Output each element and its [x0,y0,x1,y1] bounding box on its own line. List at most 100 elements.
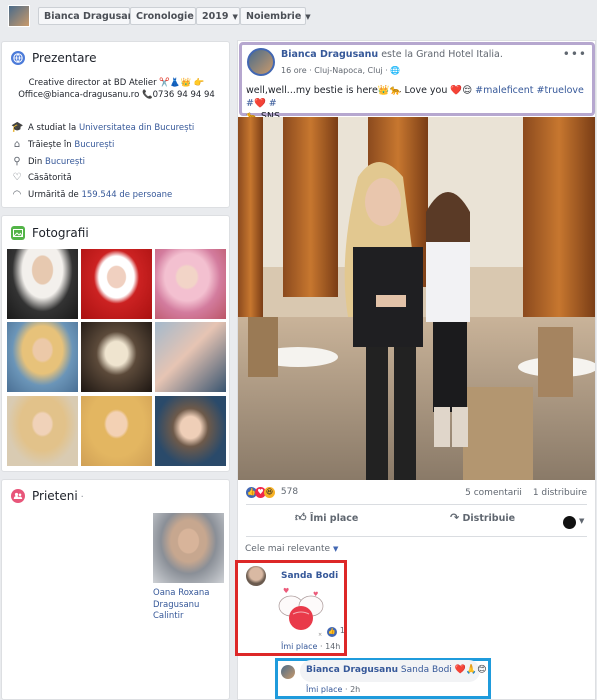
photo-thumbnail[interactable] [81,322,152,392]
relationship-row: ♡ Căsătorită [11,172,72,184]
chevron-down-icon: ▼ [232,13,238,21]
month-label: Noiembrie [246,11,302,22]
post-place[interactable]: Cluj-Napoca, Cluj [314,66,382,75]
graduation-cap-icon: 🎓 [11,122,24,133]
comment-timestamp[interactable]: 14h [325,642,340,651]
post-timestamp[interactable]: 16 ore [281,66,307,75]
friends-title[interactable]: Prieteni [32,489,78,503]
from-link[interactable]: București [45,157,85,167]
education-link[interactable]: Universitatea din București [79,123,194,133]
reaction-count: 578 [280,487,299,497]
intro-card: Prezentare Creative director at BD Ateli… [1,41,230,208]
photo-thumbnail[interactable] [81,249,152,319]
chevron-down-icon: ▼ [332,545,339,553]
reply-actions: Îmi place · 2h [306,685,361,694]
reactions-summary[interactable]: 👍 ♥ 😆 578 [246,487,298,498]
shares-count-link[interactable]: 1 distribuire [533,488,587,498]
year-label: 2019 [202,11,229,22]
reply-timestamp[interactable]: 2h [350,685,360,694]
photo-thumbnail[interactable] [7,249,78,319]
photo-icon [11,226,25,240]
lives-link[interactable]: București [74,140,114,150]
like-button[interactable]: 👍︎ Îmi place [295,511,358,533]
rss-icon: ◠ [12,189,22,200]
comment-actions: Îmi place · 14h [281,642,341,651]
photo-thumbnail[interactable] [155,396,226,466]
like-button-label: Îmi place [309,513,359,524]
year-dropdown[interactable]: 2019 ▼ [196,7,240,25]
friends-icon [11,489,25,503]
more-options-icon[interactable]: ••• [563,47,587,61]
month-dropdown[interactable]: Noiembrie ▼ [240,7,311,25]
photo-thumbnail[interactable] [7,322,78,392]
friends-card: Prieteni · Oana Roxana Dragusanu Calinti… [1,479,230,700]
post-meta: 16 ore · Cluj-Napoca, Cluj · 🌐 [281,66,401,75]
comment-like-badge[interactable]: 👍 1 [327,626,345,637]
post-photo-illustration [238,117,595,480]
profile-name-button[interactable]: Bianca Dragusanu [38,7,141,25]
chevron-down-icon: ▼ [305,13,311,21]
profile-thumbnail[interactable] [8,5,30,27]
timeline-header: Bianca Dragusanu Cronologie▼ 2019▼ Noiem… [0,0,597,30]
timeline-dropdown[interactable]: Cronologie▼ [130,7,203,25]
relationship-label: Căsătorită [28,173,72,183]
house-icon: ⌂ [13,139,21,150]
svg-text:♥: ♥ [283,587,289,595]
post-location-link[interactable]: este la Grand Hotel Italia. [381,49,503,60]
followers-link[interactable]: 159.544 de persoane [81,190,172,200]
page-selector-avatar[interactable] [563,516,576,529]
post-photo[interactable] [238,117,595,480]
photo-thumbnail[interactable] [155,249,226,319]
engagement-counts: 5 comentarii 1 distribuire [465,488,587,498]
timeline-label: Cronologie [136,11,194,22]
globe-icon [11,51,25,65]
intro-title: Prezentare [32,51,97,65]
divider [246,504,587,505]
education-row: 🎓 A studiat la Universitatea din Bucureșt… [11,122,194,134]
location-pin-icon: ⚲ [13,156,21,167]
profile-name-label: Bianca Dragusanu [44,11,142,22]
friend-name-link[interactable]: Oana Roxana Dragusanu Calintir [153,588,227,623]
education-prefix: A studiat la [28,123,77,133]
reply-text-line: Bianca Dragusanu Sanda Bodi ❤️🙏😊 [306,665,487,675]
timeline-post: Bianca Dragusanu este la Grand Hotel Ita… [235,40,596,700]
share-button[interactable]: ↷ Distribuie [450,511,515,533]
reply-text: ❤️🙏😊 [454,665,487,675]
comment-like-count: 1 [339,626,345,635]
bio-line-2: Office@bianca-dragusanu.ro 📞0736 94 94 9… [18,90,215,100]
commenter-avatar[interactable] [246,566,266,586]
photos-title: Fotografii [32,226,89,240]
comment-sort-dropdown[interactable]: Cele mai relevante ▼ [245,544,338,554]
post-author-line: Bianca Dragusanu este la Grand Hotel Ita… [281,49,503,60]
comments-count-link[interactable]: 5 comentarii [465,488,522,498]
chevron-down-icon[interactable]: ▼ [579,517,584,525]
thumbs-up-icon: 👍︎ [295,511,307,524]
heart-outline-icon: ♡ [12,172,22,183]
post-author-link[interactable]: Bianca Dragusanu [281,49,378,60]
sticker-image: ♥ ♥ × [273,584,329,638]
followers-row: ◠ Urmărită de 159.544 de persoane [11,189,173,201]
lives-in-row: ⌂ Trăiește în București [11,139,115,151]
share-button-label: Distribuie [462,513,516,524]
share-arrow-icon: ↷ [450,511,460,524]
photo-thumbnail[interactable] [81,396,152,466]
friend-photo[interactable] [153,513,224,583]
comment-like-link[interactable]: Îmi place [281,642,317,651]
followers-prefix: Urmărită de [28,190,79,200]
globe-icon: 🌐 [390,66,401,75]
photo-thumbnail[interactable] [155,322,226,392]
reply-mention-link[interactable]: Sanda Bodi [401,665,452,675]
divider [246,536,587,537]
svg-text:×: × [318,632,322,638]
from-row: ⚲ Din București [11,156,85,168]
like-reaction-icon: 👍 [327,627,337,637]
reply-author-link[interactable]: Bianca Dragusanu [306,665,398,675]
author-avatar[interactable] [247,48,275,76]
photo-thumbnail[interactable] [7,396,78,466]
separator-dot: · [80,492,84,503]
comment-sort-label: Cele mai relevante [245,544,331,554]
reply-author-avatar[interactable] [281,665,295,679]
comment-author-link[interactable]: Sanda Bodi [281,571,338,581]
lives-prefix: Trăiește în [28,140,72,150]
reply-like-link[interactable]: Îmi place [306,685,342,694]
